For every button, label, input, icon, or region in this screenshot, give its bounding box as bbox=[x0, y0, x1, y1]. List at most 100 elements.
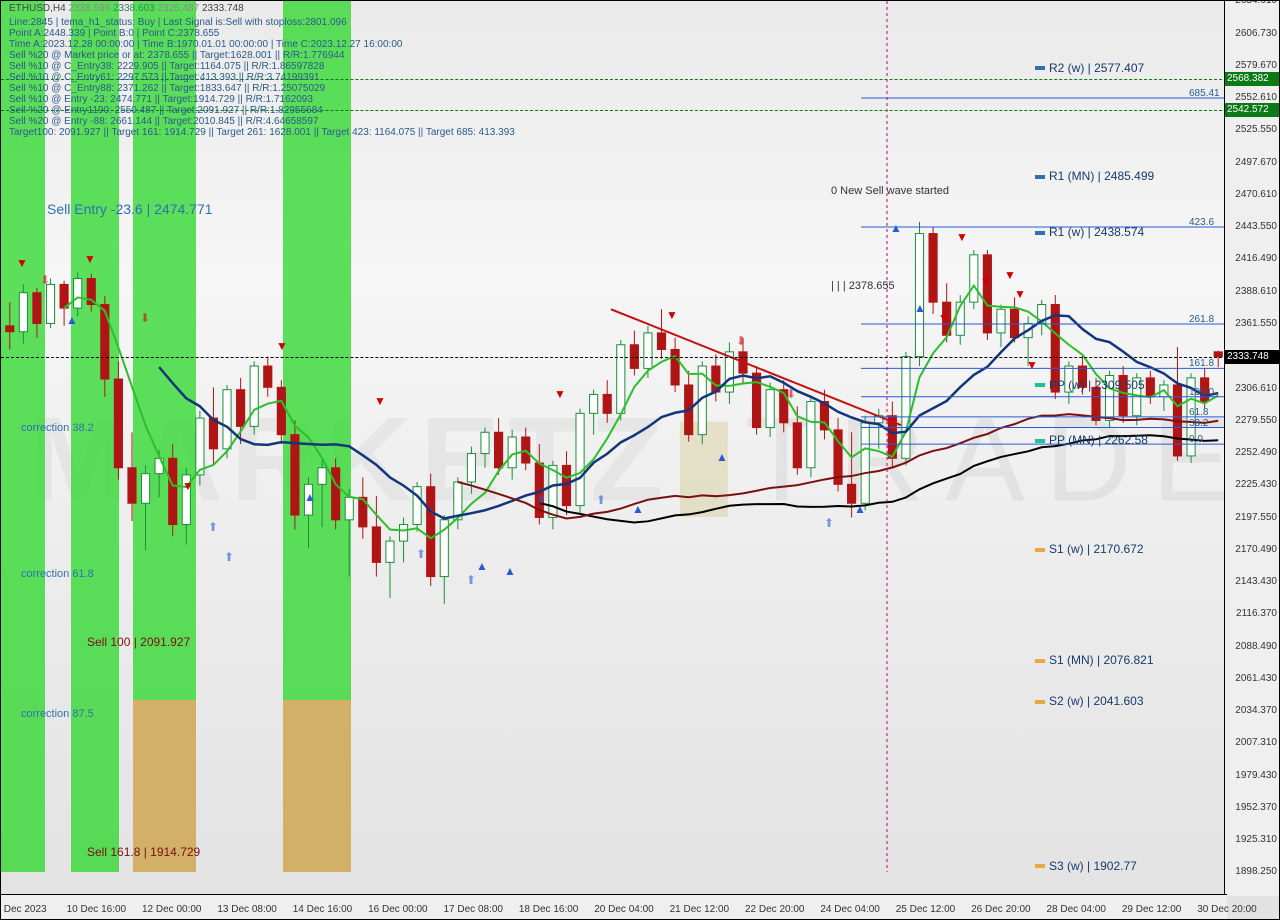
wave-label: | | | 2378.655 bbox=[831, 280, 895, 292]
sell-level-label: Sell 100 | 2091.927 bbox=[87, 635, 190, 649]
price-tag: 2542.572 bbox=[1225, 103, 1279, 117]
buy-arrow-icon: ⬆ bbox=[824, 517, 834, 529]
pivot-label: R1 (MN) | 2485.499 bbox=[1035, 169, 1154, 183]
price-axis-tick: 2034.370 bbox=[1227, 705, 1277, 716]
time-axis-tick: 24 Dec 04:00 bbox=[820, 904, 880, 915]
fib-label: 161.8 bbox=[1189, 358, 1214, 369]
info-line: Sell %10 @ Entry -23: 2474.771 || Target… bbox=[9, 94, 515, 105]
price-axis-tick: 1898.250 bbox=[1227, 866, 1277, 877]
sell-arrow-icon: ⬇ bbox=[786, 388, 796, 400]
sell-arrow-icon: ▼ bbox=[938, 312, 950, 324]
buy-arrow-icon: ▲ bbox=[504, 565, 516, 577]
info-line: Sell %10 @ C_Entry88: 2371.262 || Target… bbox=[9, 83, 515, 94]
price-axis-tick: 2252.490 bbox=[1227, 447, 1277, 458]
fib-label: 61.8 bbox=[1189, 407, 1208, 418]
sell-arrow-icon: ▼ bbox=[276, 340, 288, 352]
sell-arrow-icon: ▼ bbox=[956, 231, 968, 243]
price-axis-tick: 1925.310 bbox=[1227, 834, 1277, 845]
price-axis-tick: 1979.430 bbox=[1227, 770, 1277, 781]
sell-arrow-icon: ▼ bbox=[1014, 288, 1026, 300]
buy-arrow-icon: ▲ bbox=[304, 491, 316, 503]
info-line: Sell %10 @ C_Entry38: 2229.905 || Target… bbox=[9, 61, 515, 72]
pivot-label: PP (w) | 2309.505 bbox=[1035, 378, 1145, 392]
pivot-label: S3 (w) | 1902.77 bbox=[1035, 859, 1137, 873]
sell-arrow-icon: ▼ bbox=[84, 253, 96, 265]
buy-arrow-icon: ⬆ bbox=[208, 521, 218, 533]
price-axis-tick: 2388.610 bbox=[1227, 286, 1277, 297]
time-axis-tick: 21 Dec 12:00 bbox=[670, 904, 730, 915]
price-axis-tick: 2470.610 bbox=[1227, 189, 1277, 200]
price-axis-tick: 2525.550 bbox=[1227, 124, 1277, 135]
time-axis-tick: 20 Dec 04:00 bbox=[594, 904, 654, 915]
time-axis-tick: 10 Dec 16:00 bbox=[67, 904, 127, 915]
price-axis-tick: 2170.490 bbox=[1227, 544, 1277, 555]
price-axis[interactable]: 2634.610 2606.730 2579.670 2552.610 2525.550… bbox=[1224, 1, 1279, 896]
time-axis-tick: 12 Dec 00:00 bbox=[142, 904, 202, 915]
buy-arrow-icon: ▲ bbox=[632, 503, 644, 515]
time-axis-tick: 13 Dec 08:00 bbox=[217, 904, 277, 915]
buy-arrow-icon: ▲ bbox=[66, 314, 78, 326]
price-axis-tick: 2497.670 bbox=[1227, 157, 1277, 168]
pivot-label: S1 (w) | 2170.672 bbox=[1035, 542, 1144, 556]
chart-window[interactable]: MARKETZ▮TRADE ▼⬇▲▼⬇▼⬆⬆▼▲▼⬆⬆▲▲⬆▼⬆▲▼▲⬇⬇⬆▲▲… bbox=[0, 0, 1280, 920]
sell-entry-title: Sell Entry -23.6 | 2474.771 bbox=[47, 201, 213, 217]
pivot-label: R2 (w) | 2577.407 bbox=[1035, 61, 1144, 75]
price-axis-tick: 2225.430 bbox=[1227, 479, 1277, 490]
time-axis-tick: 16 Dec 00:00 bbox=[368, 904, 428, 915]
fib-label: 38.2 bbox=[1189, 418, 1208, 429]
sell-arrow-icon: ▼ bbox=[182, 480, 194, 492]
correction-label: correction 38.2 bbox=[21, 422, 94, 434]
price-axis-tick: 2443.550 bbox=[1227, 221, 1277, 232]
price-tag: 2333.748 bbox=[1225, 350, 1279, 364]
ohlc-open: 2338.596 bbox=[68, 3, 110, 14]
price-axis-tick: 2007.310 bbox=[1227, 737, 1277, 748]
ohlc-close: 2333.748 bbox=[202, 3, 244, 14]
sell-arrow-icon: ⬇ bbox=[40, 274, 50, 286]
info-line: Sell %10 @ C_Entry61: 2297.573 || Target… bbox=[9, 72, 515, 83]
price-axis-tick: 2579.670 bbox=[1227, 60, 1277, 71]
wave-label: 0 New Sell wave started bbox=[831, 185, 949, 197]
info-line: Point A:2448.339 | Point B:0 | Point C:2… bbox=[9, 28, 515, 39]
correction-label: correction 61.8 bbox=[21, 568, 94, 580]
price-axis-tick: 2634.610 bbox=[1227, 0, 1277, 6]
sell-arrow-icon: ▼ bbox=[980, 276, 992, 288]
buy-arrow-icon: ⬆ bbox=[416, 548, 426, 560]
buy-arrow-icon: ⬆ bbox=[536, 494, 546, 506]
time-axis-tick: 30 Dec 20:00 bbox=[1197, 904, 1257, 915]
time-axis-tick: 26 Dec 20:00 bbox=[971, 904, 1031, 915]
price-axis-tick: 2279.550 bbox=[1227, 415, 1277, 426]
sell-arrow-icon: ▼ bbox=[16, 257, 28, 269]
buy-arrow-icon: ▲ bbox=[914, 302, 926, 314]
price-axis-tick: 2606.730 bbox=[1227, 28, 1277, 39]
dashed-hline bbox=[1, 357, 1227, 358]
ohlc-low: 2325.487 bbox=[157, 3, 199, 14]
time-axis-tick: 28 Dec 04:00 bbox=[1047, 904, 1107, 915]
price-axis-tick: 2416.490 bbox=[1227, 253, 1277, 264]
time-axis-tick: 25 Dec 12:00 bbox=[896, 904, 956, 915]
info-line: Sell %20 @ Market price or at: 2378.655 … bbox=[9, 50, 515, 61]
time-axis-tick: 17 Dec 08:00 bbox=[444, 904, 504, 915]
fib-label: 423.6 bbox=[1189, 217, 1214, 228]
pivot-label: S2 (w) | 2041.603 bbox=[1035, 694, 1144, 708]
price-axis-tick: 2088.490 bbox=[1227, 641, 1277, 652]
price-axis-tick: 2552.610 bbox=[1227, 92, 1277, 103]
buy-arrow-icon: ▲ bbox=[854, 503, 866, 515]
sell-arrow-icon: ▼ bbox=[666, 309, 678, 321]
price-axis-tick: 2197.550 bbox=[1227, 512, 1277, 523]
price-axis-tick: 2306.610 bbox=[1227, 383, 1277, 394]
price-axis-tick: 2061.430 bbox=[1227, 673, 1277, 684]
ohlc-high: 2338.603 bbox=[113, 3, 155, 14]
info-line: Sell %20 @ Entry1190: 2550.487 || Target… bbox=[9, 105, 515, 116]
symbol-name: ETHUSD,H4 bbox=[9, 3, 66, 14]
symbol-header: ETHUSD,H4 2338.596 2338.603 2325.487 233… bbox=[9, 3, 244, 15]
price-axis-tick: 2143.430 bbox=[1227, 576, 1277, 587]
time-axis-tick: 18 Dec 16:00 bbox=[519, 904, 579, 915]
time-axis[interactable]: 9 Dec 202310 Dec 16:0012 Dec 00:0013 Dec… bbox=[1, 894, 1227, 919]
sell-level-label: Sell 161.8 | 1914.729 bbox=[87, 845, 200, 859]
info-line: Sell %20 @ Entry -88: 2661.144 || Target… bbox=[9, 116, 515, 127]
buy-arrow-icon: ▲ bbox=[716, 451, 728, 463]
buy-arrow-icon: ⬆ bbox=[596, 494, 606, 506]
fib-label: 685.41 bbox=[1189, 88, 1220, 99]
fib-label: 261.8 bbox=[1189, 314, 1214, 325]
price-tag: 2568.382 bbox=[1225, 72, 1279, 86]
